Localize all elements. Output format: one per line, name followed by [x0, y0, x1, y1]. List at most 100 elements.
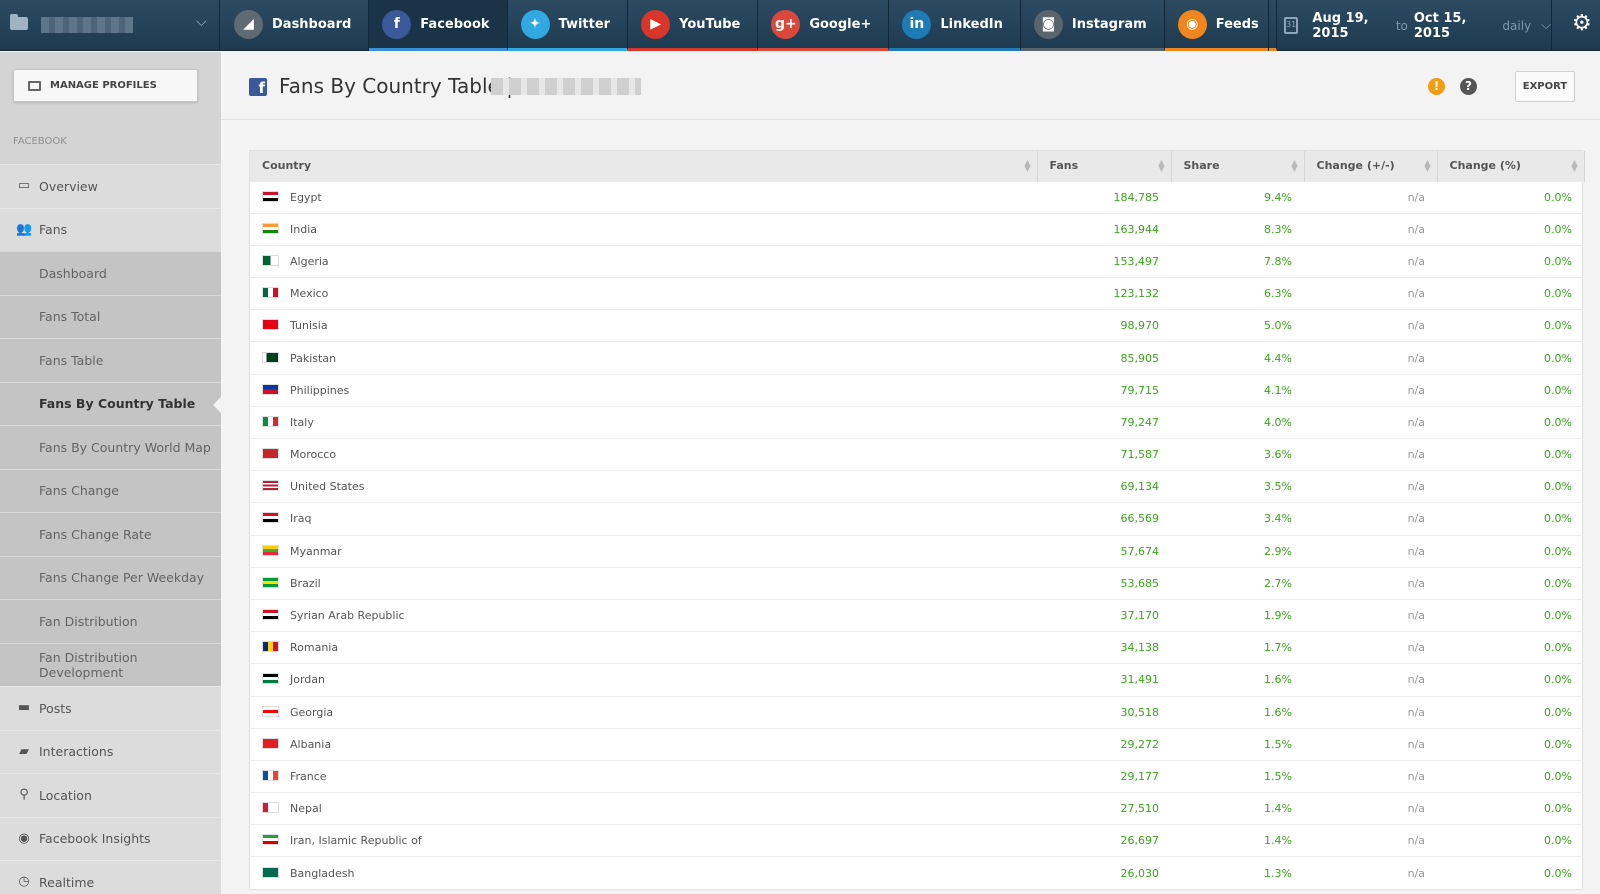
- tab-google[interactable]: g+ Google+: [758, 0, 890, 51]
- table-row: Nepal 27,510 1.4% n/a 0.0%: [250, 792, 1584, 825]
- sidebar-item-fans-table[interactable]: Fans Table: [0, 338, 221, 382]
- sidebar-item-posts[interactable]: ▬ Posts: [0, 686, 221, 730]
- sort-icon: ▲ ▼: [1424, 158, 1431, 173]
- fans-by-country-table: Country ▲ ▼ Fans ▲ ▼ Share ▲ ▼ Change (+/-) ▲ ▼ Chan…: [249, 150, 1585, 891]
- country-name: Pakistan: [290, 351, 337, 365]
- share-cell: 1.4%: [1171, 824, 1304, 857]
- flag-icon: [262, 448, 279, 460]
- sidebar-item-label: Facebook Insights: [39, 831, 151, 847]
- table-row: Mexico 123,132 6.3% n/a 0.0%: [250, 277, 1584, 310]
- change-cell: n/a: [1304, 277, 1437, 310]
- share-cell: 7.8%: [1171, 244, 1304, 278]
- sidebar-item-label: Fans Change Per Weekday: [39, 570, 205, 586]
- change-pct-cell: 0.0%: [1437, 405, 1584, 439]
- table-row: Philippines 79,715 4.1% n/a 0.0%: [250, 373, 1584, 407]
- flag-icon: [262, 834, 279, 846]
- flag-icon: [262, 705, 279, 717]
- sidebar-item-realtime[interactable]: ◷ Realtime: [0, 860, 221, 894]
- share-cell: 1.9%: [1171, 598, 1304, 632]
- flag-icon: [262, 480, 279, 492]
- country-name: Algeria: [290, 254, 329, 268]
- tab-twitter[interactable]: ✦ Twitter: [507, 0, 629, 51]
- sidebar-item-facebook-insights[interactable]: ◉ Facebook Insights: [0, 816, 221, 860]
- country-name: Egypt: [290, 190, 322, 204]
- share-cell: 5.0%: [1171, 309, 1304, 342]
- profile-name-blurred: [491, 78, 641, 95]
- folder-icon: [10, 14, 28, 30]
- manage-profiles-label: MANAGE PROFILES: [50, 80, 157, 91]
- sidebar-item-label: Fan Distribution: [39, 613, 138, 629]
- tab-youtube[interactable]: ▶ YouTube: [628, 0, 759, 51]
- pin-icon: ⚲: [19, 787, 29, 802]
- tab-label: YouTube: [679, 16, 741, 32]
- sidebar-item-overview[interactable]: ▭ Overview: [0, 164, 221, 208]
- change-cell: n/a: [1304, 727, 1437, 761]
- googleplus-icon: g+: [771, 9, 801, 39]
- date-range-picker[interactable]: 31 Aug 19, 2015 to Oct 15, 2015 daily ⌵: [1268, 0, 1552, 51]
- change-cell: n/a: [1304, 470, 1437, 503]
- share-cell: 3.5%: [1171, 470, 1304, 503]
- fans-cell: 79,247: [1037, 405, 1171, 439]
- sidebar-item-fans-total[interactable]: Fans Total: [0, 294, 221, 338]
- sidebar-item-fans[interactable]: 👥 Fans: [0, 207, 221, 251]
- change-cell: n/a: [1304, 180, 1437, 214]
- country-name: Myanmar: [290, 544, 342, 558]
- export-button[interactable]: EXPORT: [1515, 71, 1575, 102]
- sidebar-item-fan-distribution-development[interactable]: Fan Distribution Development: [0, 642, 221, 686]
- change-cell: n/a: [1304, 244, 1437, 278]
- sidebar-item-fans-change[interactable]: Fans Change: [0, 468, 221, 512]
- change-cell: n/a: [1304, 341, 1437, 375]
- facebook-icon: f: [382, 9, 412, 39]
- sidebar-item-label: Fans Total: [39, 309, 101, 325]
- comments-icon: ▰: [19, 743, 29, 759]
- sidebar-item-fan-distribution[interactable]: Fan Distribution: [0, 599, 221, 643]
- column-header-change-[interactable]: Change (+/-) ▲ ▼: [1304, 151, 1438, 181]
- change-cell: n/a: [1304, 663, 1437, 696]
- table-row: Italy 79,247 4.0% n/a 0.0%: [250, 405, 1584, 439]
- country-name: Philippines: [290, 383, 350, 397]
- table-row: Iran, Islamic Republic of 26,697 1.4% n/a 0.…: [250, 824, 1584, 857]
- tab-dashboard[interactable]: ◢ Dashboard: [221, 0, 370, 51]
- table-row: India 163,944 8.3% n/a 0.0%: [250, 212, 1584, 246]
- facebook-icon: f: [249, 78, 267, 97]
- table-row: Iraq 66,569 3.4% n/a 0.0%: [250, 502, 1584, 536]
- tab-feeds[interactable]: ◉ Feeds: [1164, 0, 1277, 51]
- tab-instagram[interactable]: ◙ Instagram: [1020, 0, 1165, 51]
- sidebar-item-fans-by-country-world-map[interactable]: Fans By Country World Map: [0, 425, 221, 469]
- column-header-share[interactable]: Share ▲ ▼: [1171, 151, 1305, 181]
- change-pct-cell: 0.0%: [1437, 534, 1584, 568]
- sidebar-item-label: Interactions: [39, 744, 114, 760]
- sidebar-item-fans-change-rate[interactable]: Fans Change Rate: [0, 512, 221, 556]
- share-cell: 1.5%: [1171, 759, 1304, 793]
- sidebar-item-fans-change-per-weekday[interactable]: Fans Change Per Weekday: [0, 555, 221, 599]
- sidebar-item-label: Posts: [39, 700, 72, 716]
- tab-facebook[interactable]: f Facebook: [369, 0, 508, 51]
- tab-label: Facebook: [420, 16, 490, 32]
- change-cell: n/a: [1304, 856, 1437, 890]
- profile-selector[interactable]: ⌵: [0, 0, 220, 51]
- gear-icon[interactable]: ⚙: [1572, 12, 1592, 36]
- monitor-icon: ▭: [17, 178, 31, 193]
- sidebar-item-location[interactable]: ⚲ Location: [0, 773, 221, 817]
- fans-cell: 163,944: [1037, 212, 1171, 246]
- flag-icon: [262, 673, 279, 685]
- fans-cell: 26,030: [1037, 856, 1171, 890]
- help-icon[interactable]: ?: [1460, 78, 1477, 95]
- warning-icon[interactable]: !: [1428, 78, 1445, 95]
- column-header-country[interactable]: Country ▲ ▼: [250, 151, 1038, 181]
- share-cell: 4.4%: [1171, 341, 1304, 375]
- table-row: Jordan 31,491 1.6% n/a 0.0%: [250, 663, 1584, 696]
- sidebar-item-dashboard[interactable]: Dashboard: [0, 251, 221, 295]
- tab-linkedin[interactable]: in LinkedIn: [889, 0, 1021, 51]
- change-cell: n/a: [1304, 824, 1437, 857]
- sidebar-item-label: Fans By Country World Map: [39, 439, 211, 455]
- sidebar-item-interactions[interactable]: ▰ Interactions: [0, 729, 221, 773]
- change-pct-cell: 0.0%: [1437, 309, 1584, 342]
- manage-profiles-button[interactable]: MANAGE PROFILES: [13, 69, 198, 102]
- table-body: Egypt 184,785 9.4% n/a 0.0% India 163,944 8.3% n…: [250, 180, 1584, 890]
- column-header-change-[interactable]: Change (%) ▲ ▼: [1437, 151, 1585, 181]
- column-header-label: Country: [262, 159, 312, 173]
- period-select[interactable]: daily: [1502, 19, 1531, 33]
- sidebar-item-fans-by-country-table[interactable]: Fans By Country Table: [0, 381, 221, 425]
- column-header-fans[interactable]: Fans ▲ ▼: [1037, 151, 1172, 181]
